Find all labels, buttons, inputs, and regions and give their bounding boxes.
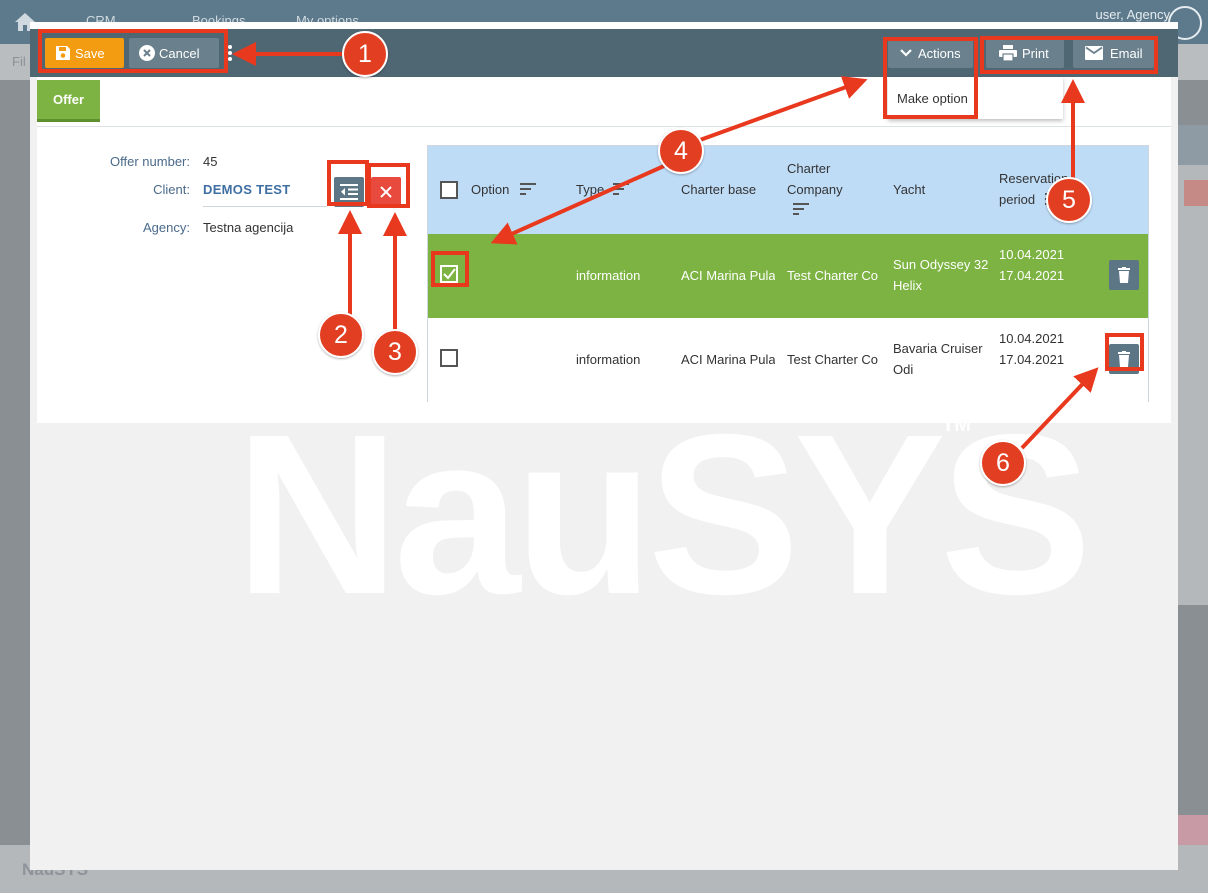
annotation-arrows xyxy=(232,42,1099,450)
annotation-badge-4: 4 xyxy=(658,128,704,174)
annotation-badge-6: 6 xyxy=(980,440,1026,486)
annotation-badge-5: 5 xyxy=(1046,177,1092,223)
annotation-badge-1: 1 xyxy=(342,31,388,77)
annotation-badge-3: 3 xyxy=(372,329,418,375)
annotation-badge-2: 2 xyxy=(318,312,364,358)
